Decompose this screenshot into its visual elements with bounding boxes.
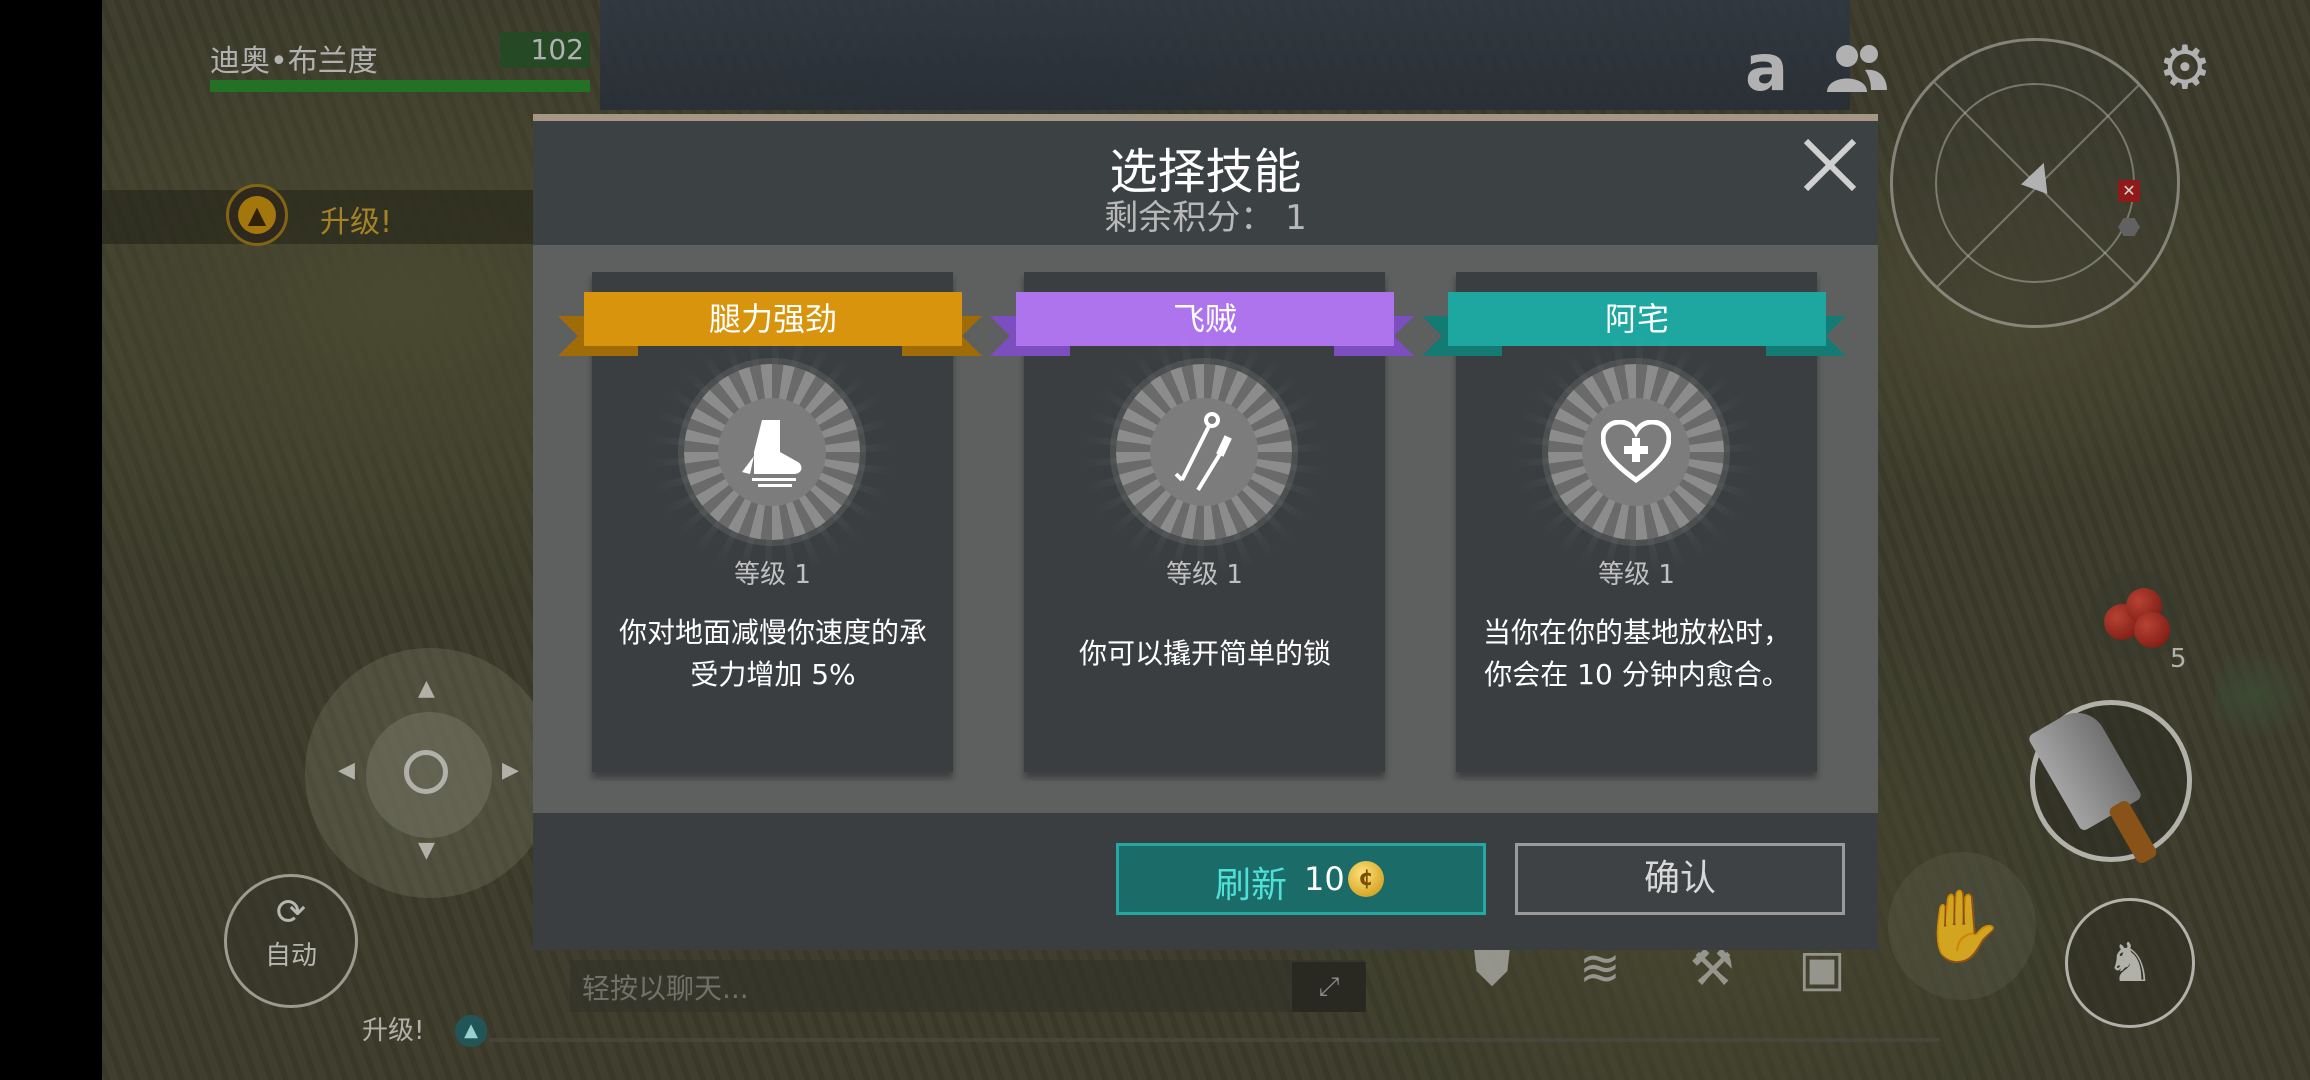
refresh-button[interactable] (1116, 843, 1486, 915)
skill-description-line: 你对地面减慢你速度的承 (618, 616, 927, 649)
points-value: 1 (1285, 198, 1307, 238)
skill-description-line: 当你在你的基地放松时， (1482, 616, 1791, 649)
coin-icon: ¢ (1348, 861, 1384, 897)
lockpick-icon (1174, 412, 1232, 492)
confirm-label: 确认 (1643, 858, 1716, 899)
close-button[interactable] (1800, 135, 1860, 195)
skill-level: 等级 1 (1598, 560, 1675, 590)
boot-icon (742, 420, 802, 487)
refresh-cost: 10 (1304, 860, 1345, 898)
dialog-top-border (533, 114, 1878, 121)
skill-description-line: 你可以撬开简单的锁 (1078, 637, 1331, 670)
skill-description-line: 你会在 10 分钟内愈合。 (1484, 658, 1790, 691)
heart-plus-icon (1601, 420, 1671, 484)
skill-medal (684, 364, 860, 540)
skill-medal (1116, 364, 1292, 540)
refresh-label: 刷新 (1215, 865, 1288, 906)
skill-description-line: 受力增加 5% (690, 658, 856, 691)
remaining-points: 剩余积分： 1 (533, 190, 1878, 239)
skill-medal (1548, 364, 1724, 540)
skill-level: 等级 1 (734, 560, 811, 590)
points-label: 剩余积分： (1104, 198, 1275, 238)
skill-level: 等级 1 (1166, 560, 1243, 590)
